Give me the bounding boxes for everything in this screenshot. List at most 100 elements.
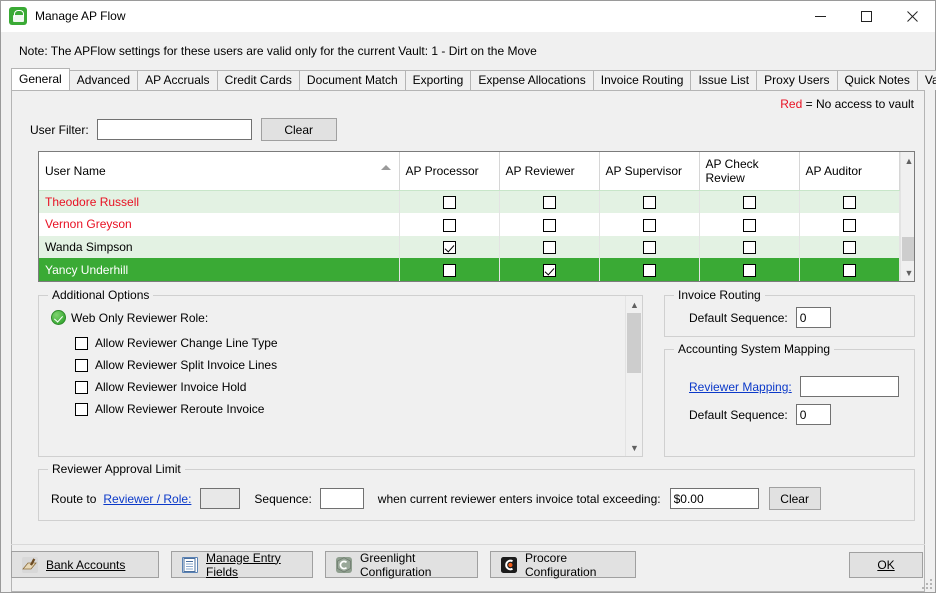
checkbox-ap-check-review[interactable]: [742, 241, 756, 255]
bank-accounts-button[interactable]: Bank Accounts: [11, 551, 159, 578]
cell-ap-processor[interactable]: [399, 213, 500, 236]
scroll-up-icon[interactable]: ▲: [901, 152, 915, 169]
sequence-input[interactable]: [319, 488, 364, 509]
scroll-up-icon[interactable]: ▲: [626, 296, 643, 313]
cell-ap-auditor[interactable]: [799, 190, 900, 214]
checkbox-ap-auditor[interactable]: [842, 196, 856, 210]
table-row[interactable]: Wanda Simpson: [39, 235, 900, 259]
checkbox-ap-check-review[interactable]: [742, 263, 756, 277]
tab-quick-notes[interactable]: Quick Notes: [836, 70, 918, 90]
tab-expense-allocations[interactable]: Expense Allocations: [470, 70, 594, 90]
cell-ap-auditor[interactable]: [799, 213, 900, 236]
reviewer-mapping-link[interactable]: Reviewer Mapping:: [689, 380, 792, 394]
manage-entry-fields-button[interactable]: Manage Entry Fields: [171, 551, 313, 579]
procore-configuration-button[interactable]: Procore Configuration: [490, 551, 636, 579]
checkbox-ap-supervisor[interactable]: [642, 263, 656, 277]
scroll-down-icon[interactable]: ▼: [901, 264, 915, 281]
cell-ap-auditor[interactable]: [799, 235, 900, 259]
tab-validation[interactable]: Validation: [916, 70, 936, 90]
cell-ap-processor[interactable]: [399, 258, 500, 281]
checkbox-ap-processor[interactable]: [442, 218, 456, 232]
checkbox-ap-supervisor[interactable]: [642, 218, 656, 232]
tab-advanced[interactable]: Advanced: [68, 70, 139, 90]
column-header-user-name[interactable]: User Name: [39, 152, 400, 191]
tab-general[interactable]: General: [11, 68, 70, 90]
cell-ap-auditor[interactable]: [799, 258, 900, 281]
reviewer-role-input[interactable]: [200, 488, 241, 509]
user-filter-input[interactable]: [96, 119, 252, 140]
option-allow-reroute-invoice[interactable]: Allow Reviewer Reroute Invoice: [75, 402, 625, 416]
tab-issue-list[interactable]: Issue List: [690, 70, 758, 90]
invoice-routing-default-sequence-input[interactable]: [795, 307, 831, 328]
grid-vertical-scrollbar[interactable]: ▲ ▼: [899, 152, 915, 281]
cell-ap-supervisor[interactable]: [599, 235, 700, 259]
checkbox-ap-auditor[interactable]: [842, 218, 856, 232]
checkbox-ap-auditor[interactable]: [842, 263, 856, 277]
checkbox-allow-reroute-invoice[interactable]: [75, 402, 88, 416]
checkbox-ap-reviewer[interactable]: [542, 263, 556, 277]
cell-ap-processor[interactable]: [399, 190, 500, 214]
reviewer-mapping-input[interactable]: [799, 376, 899, 397]
option-allow-change-line-type[interactable]: Allow Reviewer Change Line Type: [75, 336, 625, 350]
option-allow-invoice-hold[interactable]: Allow Reviewer Invoice Hold: [75, 380, 625, 394]
cell-ap-check-review[interactable]: [699, 258, 800, 281]
table-row[interactable]: Yancy Underhill: [39, 258, 900, 281]
checkbox-ap-reviewer[interactable]: [542, 218, 556, 232]
additional-options-scrollbar[interactable]: ▲ ▼: [625, 296, 642, 456]
checkbox-ap-processor[interactable]: [442, 241, 456, 255]
cell-ap-check-review[interactable]: [699, 190, 800, 214]
grid-scroll-track[interactable]: [901, 169, 914, 264]
checkbox-ap-check-review[interactable]: [742, 218, 756, 232]
checkbox-ap-supervisor[interactable]: [642, 196, 656, 210]
cell-ap-supervisor[interactable]: [599, 190, 700, 214]
checkbox-ap-supervisor[interactable]: [642, 241, 656, 255]
checkbox-allow-invoice-hold[interactable]: [75, 380, 88, 394]
additional-options-scroll-track[interactable]: [626, 313, 642, 439]
checkbox-ap-reviewer[interactable]: [542, 241, 556, 255]
minimize-icon[interactable]: [797, 1, 843, 32]
checkbox-allow-split-invoice-lines[interactable]: [75, 358, 88, 372]
checkbox-ap-check-review[interactable]: [742, 196, 756, 210]
option-allow-split-invoice-lines[interactable]: Allow Reviewer Split Invoice Lines: [75, 358, 625, 372]
column-header-ap-processor[interactable]: AP Processor: [399, 152, 500, 191]
tab-credit-cards[interactable]: Credit Cards: [216, 70, 300, 90]
column-header-ap-reviewer[interactable]: AP Reviewer: [499, 152, 600, 191]
cell-ap-processor[interactable]: [399, 235, 500, 259]
checkbox-ap-reviewer[interactable]: [542, 196, 556, 210]
reviewer-role-link[interactable]: Reviewer / Role:: [103, 492, 191, 506]
cell-ap-reviewer[interactable]: [499, 190, 600, 214]
checkbox-ap-auditor[interactable]: [842, 241, 856, 255]
table-row[interactable]: Vernon Greyson: [39, 213, 900, 236]
column-header-ap-check-review[interactable]: AP Check Review: [699, 152, 800, 191]
column-header-ap-supervisor[interactable]: AP Supervisor: [599, 152, 700, 191]
user-filter-clear-button[interactable]: Clear: [260, 118, 337, 141]
resize-grip[interactable]: [920, 577, 932, 589]
scroll-down-icon[interactable]: ▼: [626, 439, 643, 456]
cell-ap-supervisor[interactable]: [599, 258, 700, 281]
table-row[interactable]: Theodore Russell: [39, 190, 900, 214]
cell-ap-check-review[interactable]: [699, 213, 800, 236]
close-icon[interactable]: [889, 1, 935, 32]
cell-ap-check-review[interactable]: [699, 235, 800, 259]
tab-exporting[interactable]: Exporting: [404, 70, 472, 90]
checkbox-ap-processor[interactable]: [442, 196, 456, 210]
cell-ap-reviewer[interactable]: [499, 258, 600, 281]
column-header-ap-auditor[interactable]: AP Auditor: [799, 152, 900, 191]
ok-button[interactable]: OK: [849, 552, 923, 578]
tab-invoice-routing[interactable]: Invoice Routing: [592, 70, 692, 90]
invoice-total-amount-input[interactable]: [669, 488, 759, 509]
cell-ap-reviewer[interactable]: [499, 213, 600, 236]
maximize-icon[interactable]: [843, 1, 889, 32]
checkbox-allow-change-line-type[interactable]: [75, 336, 88, 350]
grid-scroll-thumb[interactable]: [901, 237, 914, 261]
reviewer-limit-clear-button[interactable]: Clear: [768, 487, 821, 510]
tab-ap-accruals[interactable]: AP Accruals: [137, 70, 218, 90]
mapping-default-sequence-input[interactable]: [795, 404, 831, 425]
cell-ap-reviewer[interactable]: [499, 235, 600, 259]
greenlight-configuration-button[interactable]: Greenlight Configuration: [325, 551, 478, 579]
cell-ap-supervisor[interactable]: [599, 213, 700, 236]
additional-options-scroll-thumb[interactable]: [627, 313, 641, 373]
tab-document-match[interactable]: Document Match: [298, 70, 406, 90]
tab-proxy-users[interactable]: Proxy Users: [756, 70, 838, 90]
checkbox-ap-processor[interactable]: [442, 263, 456, 277]
